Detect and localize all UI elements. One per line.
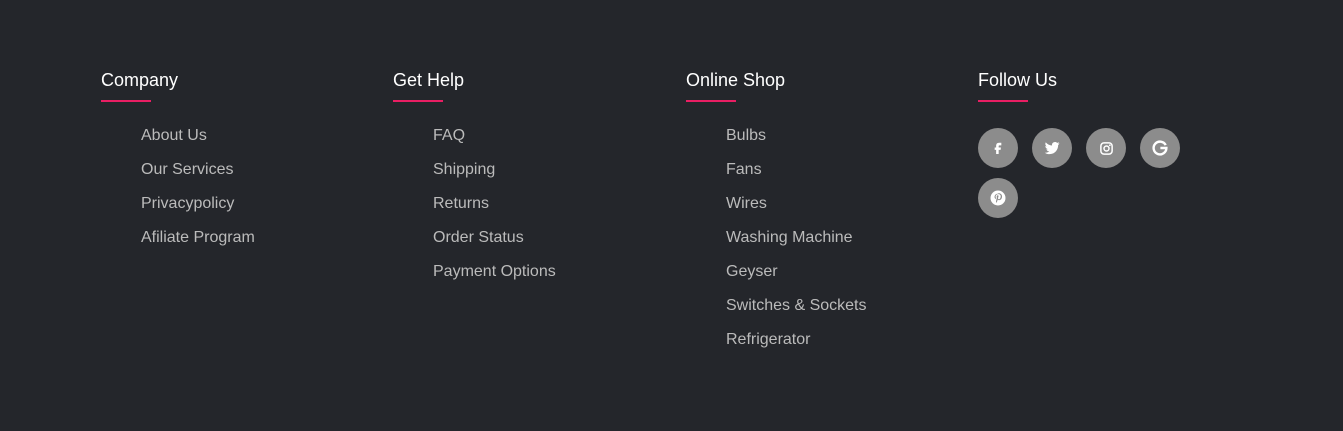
company-column: Company About Us Our Services Privacypol… [101,68,371,262]
list-item: Wires [726,194,956,228]
heading-underline [978,100,1028,102]
follow-us-heading: Follow Us [978,70,1058,90]
washing-machine-link[interactable]: Washing Machine [726,229,853,246]
facebook-icon [990,140,1006,156]
list-item: Shipping [433,160,663,194]
privacy-policy-link[interactable]: Privacypolicy [141,195,234,212]
list-item: Refrigerator [726,330,956,364]
list-item: Privacypolicy [141,194,371,228]
switches-sockets-link[interactable]: Switches & Sockets [726,297,867,314]
heading-underline [101,100,151,102]
fans-link[interactable]: Fans [726,161,762,178]
facebook-button[interactable] [978,128,1018,168]
list-item: About Us [141,126,371,160]
pinterest-icon [989,189,1007,207]
google-icon [1151,139,1169,157]
list-item: Payment Options [433,262,663,296]
list-item: Fans [726,160,956,194]
faq-link[interactable]: FAQ [433,127,465,144]
instagram-button[interactable] [1086,128,1126,168]
get-help-column: Get Help FAQ Shipping Returns Order Stat… [393,68,663,296]
company-heading: Company [101,70,179,90]
site-footer: Company About Us Our Services Privacypol… [0,0,1343,431]
get-help-heading: Get Help [393,70,465,90]
geyser-link[interactable]: Geyser [726,263,778,280]
social-links [978,128,1198,218]
wires-link[interactable]: Wires [726,195,767,212]
list-item: Bulbs [726,126,956,160]
google-button[interactable] [1140,128,1180,168]
instagram-icon [1099,141,1114,156]
order-status-link[interactable]: Order Status [433,229,524,246]
about-us-link[interactable]: About Us [141,127,207,144]
returns-link[interactable]: Returns [433,195,489,212]
list-item: Our Services [141,160,371,194]
shipping-link[interactable]: Shipping [433,161,495,178]
get-help-links: FAQ Shipping Returns Order Status Paymen… [393,126,663,296]
company-links: About Us Our Services Privacypolicy Afil… [101,126,371,262]
list-item: Washing Machine [726,228,956,262]
heading-underline [686,100,736,102]
list-item: Switches & Sockets [726,296,956,330]
pinterest-button[interactable] [978,178,1018,218]
twitter-icon [1043,139,1061,157]
online-shop-column: Online Shop Bulbs Fans Wires Washing Mac… [686,68,956,364]
follow-us-column: Follow Us [978,68,1248,218]
list-item: Afiliate Program [141,228,371,262]
online-shop-links: Bulbs Fans Wires Washing Machine Geyser … [686,126,956,364]
affiliate-program-link[interactable]: Afiliate Program [141,229,255,246]
list-item: FAQ [433,126,663,160]
list-item: Geyser [726,262,956,296]
list-item: Returns [433,194,663,228]
twitter-button[interactable] [1032,128,1072,168]
heading-underline [393,100,443,102]
bulbs-link[interactable]: Bulbs [726,127,766,144]
refrigerator-link[interactable]: Refrigerator [726,331,810,348]
our-services-link[interactable]: Our Services [141,161,233,178]
online-shop-heading: Online Shop [686,70,786,90]
payment-options-link[interactable]: Payment Options [433,263,556,280]
list-item: Order Status [433,228,663,262]
